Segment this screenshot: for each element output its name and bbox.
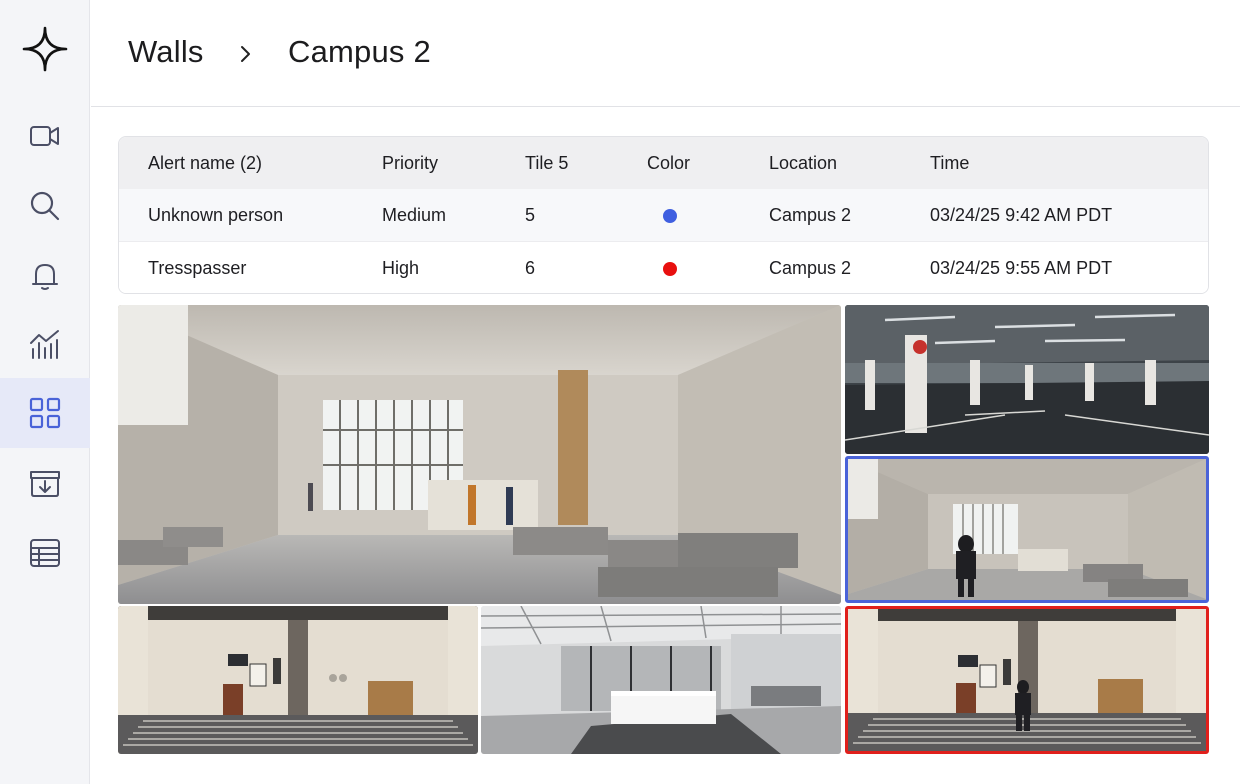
color-dot: [663, 209, 677, 223]
priority-cell: Medium: [382, 205, 447, 225]
time-cell: 03/24/25 9:55 AM PDT: [930, 258, 1113, 278]
alerts-table: Alert name (2) Priority Tile 5 Color Loc…: [118, 136, 1209, 294]
camera-feed-reception-person: [848, 609, 1206, 751]
priority-cell: High: [382, 258, 420, 278]
brand-logo-icon[interactable]: [22, 26, 68, 72]
camera-tile-5-alert[interactable]: [845, 456, 1209, 603]
video-camera-icon: [30, 126, 59, 146]
analytics-chart-icon: [30, 330, 59, 359]
tile-cell: 5: [525, 205, 536, 225]
app-window: Walls Campus 2 Alert name (2) Priority T…: [0, 0, 1240, 784]
camera-feed-parking: [845, 305, 1209, 454]
bell-icon: [32, 264, 58, 290]
alert-name-cell: Unknown person: [148, 205, 284, 225]
tile-cell: 6: [525, 258, 536, 278]
camera-feed-lobby-person: [848, 459, 1206, 600]
breadcrumb-walls-link[interactable]: Walls: [128, 34, 204, 70]
header-color[interactable]: Color: [647, 137, 690, 189]
location-cell: Campus 2: [769, 205, 852, 225]
camera-feed-reception: [118, 606, 478, 754]
sidebar-item-search[interactable]: [0, 171, 90, 241]
sidebar-item-archive[interactable]: [0, 448, 90, 518]
location-cell: Campus 2: [769, 258, 852, 278]
header-tile[interactable]: Tile 5: [525, 137, 568, 189]
table-header-row: Alert name (2) Priority Tile 5 Color Loc…: [119, 137, 1208, 189]
camera-tile-1[interactable]: [118, 305, 841, 604]
search-icon: [30, 191, 60, 221]
table-row[interactable]: Unknown person Medium 5 Campus 2 03/24/2…: [119, 189, 1208, 241]
sidebar-item-analytics[interactable]: [0, 309, 90, 379]
camera-tile-6-alert[interactable]: [845, 606, 1209, 754]
sidebar-item-walls[interactable]: [0, 378, 90, 448]
header-location[interactable]: Location: [769, 137, 837, 189]
camera-tile-4[interactable]: [481, 606, 841, 754]
breadcrumb: Walls Campus 2: [91, 0, 1240, 107]
table-icon: [30, 539, 60, 567]
camera-tile-2[interactable]: [845, 305, 1209, 454]
camera-feed-atrium: [118, 305, 841, 604]
archive-download-icon: [30, 471, 60, 497]
grid-icon: [29, 397, 61, 429]
color-dot: [663, 262, 677, 276]
alert-name-cell: Tresspasser: [148, 258, 247, 278]
table-row[interactable]: Tresspasser High 6 Campus 2 03/24/25 9:5…: [119, 241, 1208, 293]
sidebar-item-alerts[interactable]: [0, 241, 90, 311]
page-title: Campus 2: [288, 34, 431, 69]
time-cell: 03/24/25 9:42 AM PDT: [930, 205, 1113, 225]
sidebar-item-tables[interactable]: [0, 518, 90, 588]
sidebar-item-cameras[interactable]: [0, 101, 90, 171]
camera-tile-3[interactable]: [118, 606, 478, 754]
sidebar: [0, 0, 90, 784]
header-time[interactable]: Time: [930, 137, 969, 189]
camera-feed-office: [481, 606, 841, 754]
header-priority[interactable]: Priority: [382, 137, 438, 189]
header-alert-name[interactable]: Alert name (2): [148, 137, 262, 189]
chevron-right-icon: [241, 46, 250, 62]
